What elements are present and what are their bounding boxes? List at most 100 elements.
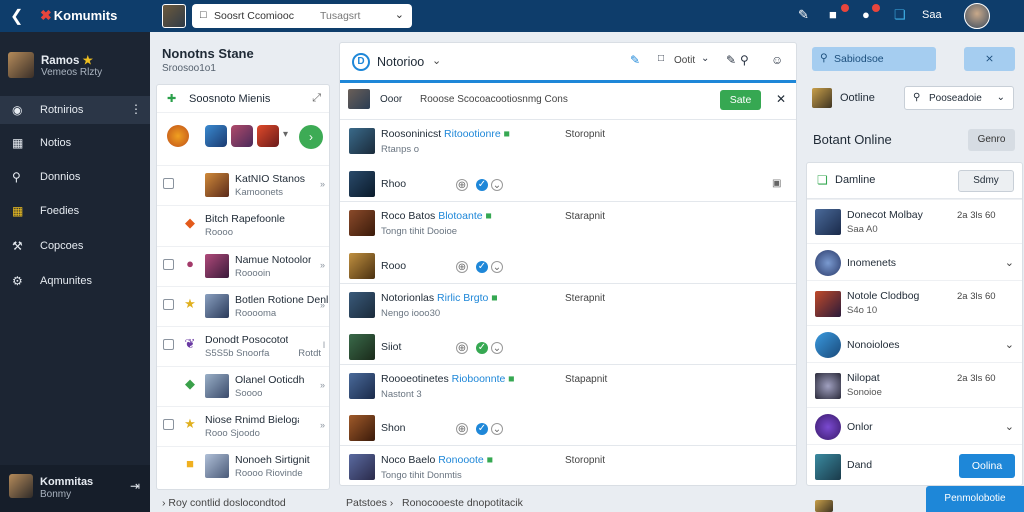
list-item[interactable]: ★ Niose Rnimd Bieloga Rooo Sjoodo » [157,406,329,446]
online-row-time: 2a 3ls 60 [957,210,996,221]
compose-input[interactable]: Rooose Scocoacootiosnmg Cons [420,94,568,105]
reaction-icon[interactable]: ⌄ [491,423,503,435]
post-row[interactable]: Roooeotinetes Rioboonnte ■ Nastont 3 Stapa… [340,364,796,400]
online-row[interactable]: Nilopat Sonoioe 2a 3ls 60 [807,362,1022,407]
sidebar-footer-account[interactable]: Kommitas Bonmy ⇥ [0,465,150,512]
list-item-action[interactable]: » [320,300,325,310]
game-icon[interactable] [231,125,253,147]
list-item-action[interactable]: l [323,340,325,350]
post-row[interactable]: Roco Batos Blotoante ■ Tongn tihit Dooioe… [340,201,796,237]
online-row[interactable]: Notole Clodbog S4o 10 2a 3ls 60 [807,280,1022,325]
chat-icon[interactable]: ✎ [798,7,809,23]
list-item-action[interactable]: » [320,420,325,430]
user-avatar[interactable] [964,3,990,29]
list-item[interactable]: ● Namue Notoolor Rooooin » [157,246,329,286]
sidebar-item-rotnirios[interactable]: ◉ Rotnirios ⋮ [0,96,150,124]
bottom-cta-button[interactable]: Penmolobotie [926,486,1024,512]
list-item[interactable]: ★ Botlen Rotione Denline Rooooma » [157,286,329,326]
primary-action-button[interactable]: ⚲ Sabiodsoe [812,47,936,71]
help-icon[interactable]: ❏ [894,7,906,23]
reaction-icon[interactable]: ✓ [476,423,488,435]
checkbox[interactable] [163,339,174,350]
square-icon[interactable]: □ [658,53,664,64]
sidebar-item-copcoes[interactable]: ⚒ Copcoes [0,232,150,260]
chevron-down-icon[interactable]: ⌄ [432,54,441,67]
reaction-icon[interactable]: ⌄ [491,342,503,354]
post-row[interactable]: Roosoninicst Ritoootionre ■ Rtanps o Storo… [340,119,796,155]
topbar-avatar[interactable] [162,4,186,28]
game-icon[interactable] [205,125,227,147]
breadcrumb-item[interactable]: Patstoes [346,497,387,509]
online-action-button[interactable]: Oolina [959,454,1015,478]
search-input[interactable]: □ Soosrt Ccomiooc Tusagsrt ⌄ [192,4,412,28]
user-icon[interactable]: ☺ [771,53,783,67]
status-select[interactable]: ⚲ Pooseadoie ⌄ [904,86,1014,110]
list-item-action[interactable]: » [320,380,325,390]
game-icon[interactable] [167,125,189,147]
online-row[interactable]: Nonoioloes ⌄ [807,325,1022,362]
sidebar-item-notios[interactable]: ▦ Notios [0,129,150,157]
expand-arrow-icon[interactable]: ⇥ [130,479,140,493]
search-icon[interactable]: ⚲ [740,53,749,67]
list-item[interactable]: ◆ Bitch Rapefoonle Roooo [157,205,329,245]
checkbox[interactable] [163,178,174,189]
avatar [349,373,375,399]
post-row[interactable]: Noco Baelo Ronooote ■ Tongo tihit Donmtis… [340,445,796,481]
reaction-icon[interactable]: ⌄ [491,179,503,191]
list-item[interactable]: ■ Nonoeh Sirtignit Roooo Riovinde [157,446,329,486]
panel-filter-button[interactable]: Sdmy [958,170,1014,192]
sidebar-item-foedies[interactable]: ▦ Foedies [0,197,150,225]
reaction-icon[interactable]: ⌄ [491,261,503,273]
post-row[interactable]: Notorionlas Rirlic Brgto ■ Nengo iooo30 St… [340,283,796,319]
user-label[interactable]: Saa [922,9,942,21]
reaction-icon[interactable]: ⊕ [456,423,468,435]
chevron-down-icon[interactable]: ⌄ [1005,420,1014,433]
list-item[interactable]: ❦ Donodt Posocotot S5S5b Snoorfa l Rotdt [157,326,329,366]
more-vertical-icon[interactable]: ⋮ [130,102,142,116]
secondary-action-button[interactable]: ⨯ [964,47,1015,71]
breadcrumb-item[interactable]: Ronocooeste dnopotitacik [402,497,523,509]
list-item-action[interactable]: » [320,179,325,189]
checkbox[interactable] [163,259,174,270]
collapse-icon[interactable]: ⤢ [312,92,321,105]
online-row[interactable]: Onlor ⌄ [807,407,1022,444]
online-row[interactable]: Donecot Molbay Saa A0 2a 3ls 60 [807,199,1022,243]
list-item[interactable]: KatNIO Stanos Kamoonets » [157,165,329,205]
close-icon[interactable]: ✕ [776,92,786,106]
chevron-down-icon[interactable]: ⌄ [395,8,404,21]
reaction-icon[interactable]: ✓ [476,179,488,191]
online-row-sub: S4o 10 [847,305,878,316]
toolbar-label[interactable]: Ootit [674,55,695,66]
reaction-icon[interactable]: ✓ [476,342,488,354]
sidebar-item-aqmunites[interactable]: ⚙ Aqmunites [0,267,150,295]
reaction-icon[interactable]: ⊕ [456,261,468,273]
list-item[interactable]: ◆ Olanel Ooticdh Soooo » [157,366,329,406]
expand-square-icon[interactable]: ▣ [772,178,781,189]
list-item-title: Botlen Rotione Denline [235,294,329,306]
edit-icon[interactable]: ✎ [630,53,640,67]
section-button[interactable]: Genro [968,129,1015,151]
sidebar-item-donnios[interactable]: ⚲ Donnios [0,163,150,191]
left-footer-link[interactable]: › Roy contlid doslocondtod [162,497,286,509]
checkbox[interactable] [163,299,174,310]
game-icon[interactable] [257,125,279,147]
gift-icon[interactable]: ■ [829,7,837,22]
sidebar-item-label: Copcoes [40,240,84,252]
chevron-down-icon[interactable]: ▾ [283,129,288,140]
reaction-icon[interactable]: ⊕ [456,342,468,354]
notification-icon[interactable]: ● [862,7,870,22]
list-item-action[interactable]: » [320,260,325,270]
reaction-icon[interactable]: ⊕ [456,179,468,191]
online-row[interactable]: Dand Oolina [807,444,1022,485]
chevron-down-icon[interactable]: ⌄ [701,53,709,64]
app-logo[interactable]: ✖ Komumits [40,7,117,24]
save-button[interactable]: Sate [720,90,761,110]
tag-icon[interactable]: ✎ [726,53,736,67]
chevron-down-icon[interactable]: ⌄ [1005,338,1014,351]
back-arrow-icon[interactable]: ❮ [10,6,23,26]
online-row[interactable]: Inomenets ⌄ [807,243,1022,280]
checkbox[interactable] [163,419,174,430]
next-button[interactable]: › [299,125,323,149]
reaction-icon[interactable]: ✓ [476,261,488,273]
chevron-down-icon[interactable]: ⌄ [1005,256,1014,269]
